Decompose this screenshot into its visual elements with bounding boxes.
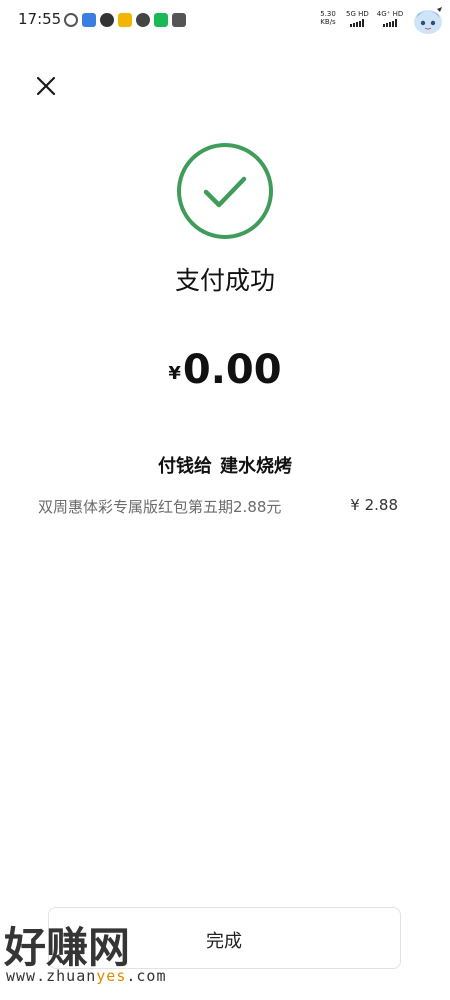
status-time: 17:55	[18, 10, 62, 28]
watermark-logo: 好赚网	[4, 923, 131, 972]
sim1-label: 5G HD	[346, 10, 369, 18]
currency-symbol: ¥	[168, 363, 181, 384]
green-app-icon	[154, 13, 168, 27]
close-icon	[36, 76, 56, 96]
network-speed-value: 5.30	[320, 10, 336, 18]
check-circle-icon	[177, 143, 273, 239]
weibo-swirl-icon	[64, 13, 78, 27]
payee-prefix: 付钱给	[158, 456, 212, 477]
sim1-signal: 5G HD	[346, 10, 369, 27]
payee-line: 付钱给 建水烧烤	[0, 452, 450, 478]
order-item-price: ¥ 2.88	[350, 496, 398, 514]
sim2-signal: 4G⁺ HD	[377, 10, 403, 27]
status-bar: 17:55 5.30 KB/s 5G HD 4G⁺ HD	[0, 0, 450, 42]
watermark-url-highlight: yes	[96, 967, 127, 985]
payment-success-title: 支付成功	[174, 266, 275, 295]
system-status: 5.30 KB/s 5G HD 4G⁺ HD	[318, 7, 445, 36]
yellow-app-icon	[118, 13, 132, 27]
sim2-signal-icon	[382, 19, 397, 27]
watermark-url-suffix: .com	[126, 967, 167, 985]
watermark-url: www.zhuanyes.com	[6, 967, 167, 985]
network-speed: 5.30 KB/s	[318, 10, 338, 26]
avatar	[414, 7, 443, 34]
taobao-icon	[172, 13, 186, 27]
done-button-label: 完成	[206, 931, 242, 952]
wechat-icon	[136, 13, 150, 27]
payment-amount: ¥0.00	[0, 347, 450, 393]
close-button[interactable]	[30, 70, 62, 102]
amount-value: 0.00	[182, 347, 282, 393]
payee-name: 建水烧烤	[220, 456, 292, 477]
network-speed-unit: KB/s	[320, 18, 336, 26]
order-item-row: 双周惠体彩专属版红包第五期2.88元 ¥ 2.88	[38, 496, 398, 520]
blue-app-icon	[82, 13, 96, 27]
chat-bubble-icon	[100, 13, 114, 27]
watermark-url-prefix: www.zhuan	[6, 967, 97, 985]
sim1-signal-icon	[350, 19, 365, 27]
sim2-label: 4G⁺ HD	[376, 10, 404, 18]
notification-icons	[64, 13, 186, 27]
order-item-name: 双周惠体彩专属版红包第五期2.88元	[38, 498, 282, 516]
